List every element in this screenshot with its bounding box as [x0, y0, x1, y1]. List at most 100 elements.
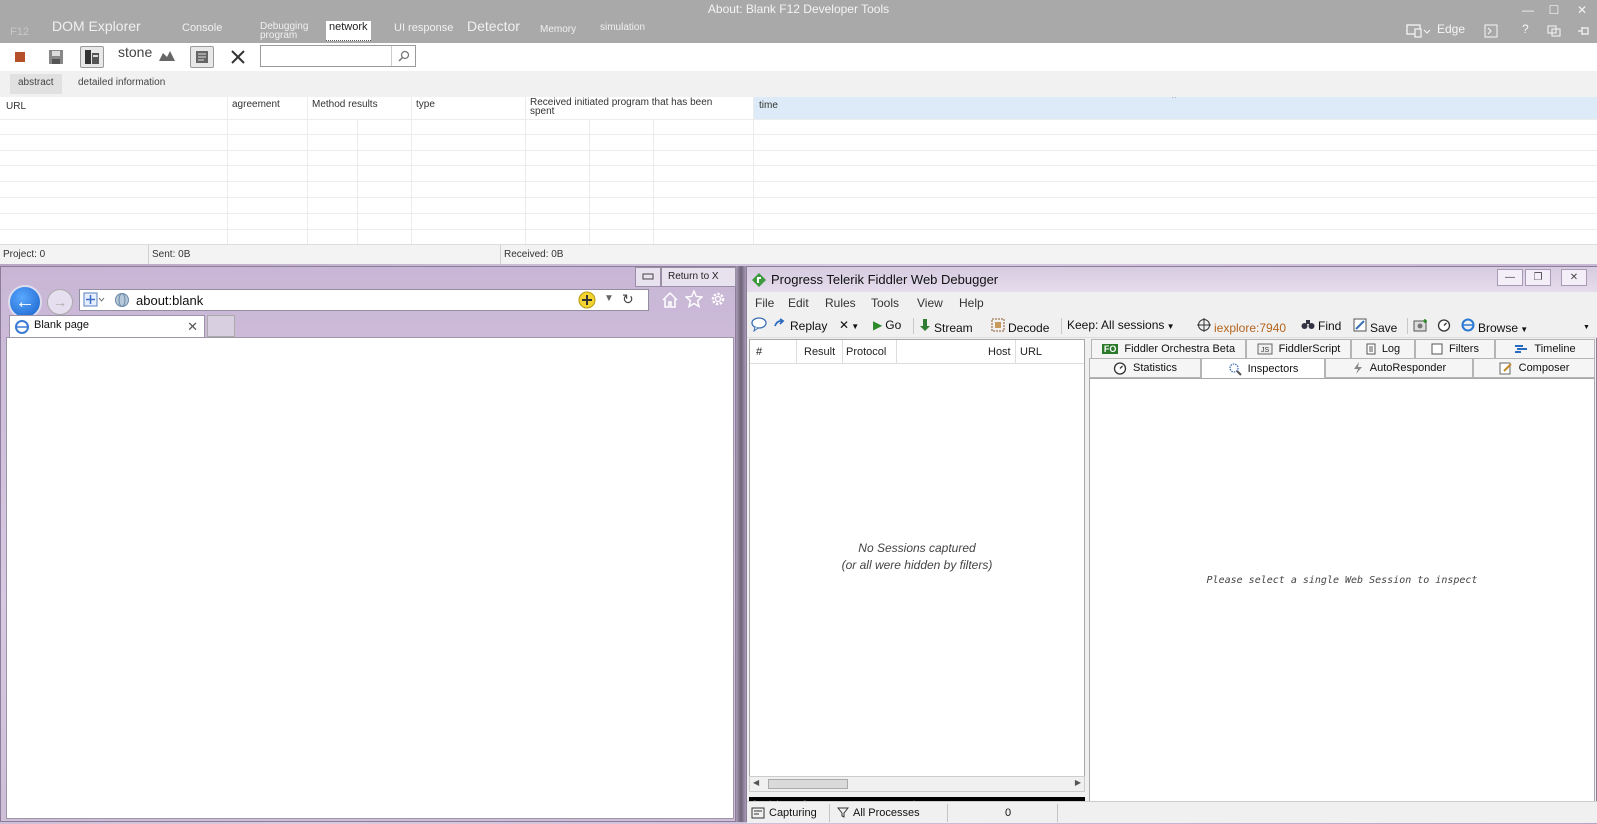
back-arrow-icon[interactable]: ←: [8, 285, 42, 319]
tab-network[interactable]: network: [326, 21, 371, 41]
clear-session-icon[interactable]: [226, 46, 250, 68]
all-processes-label[interactable]: All Processes: [853, 807, 920, 819]
capturing-icon[interactable]: [751, 806, 765, 823]
menu-tools[interactable]: Tools: [871, 296, 899, 310]
session-col-host[interactable]: Host: [988, 346, 1011, 358]
ie-tab-blank-page[interactable]: Blank page ✕: [9, 315, 205, 337]
scroll-left-icon[interactable]: ◀: [753, 778, 759, 787]
subtab-detailed-information[interactable]: detailed information: [70, 74, 173, 94]
help-icon[interactable]: ?: [1522, 22, 1529, 36]
save-label: Save: [1370, 321, 1398, 335]
tab-log[interactable]: Log: [1351, 339, 1415, 359]
decode-button[interactable]: Decode: [991, 318, 1049, 335]
tab-memory[interactable]: Memory: [540, 24, 576, 36]
tab-fiddlerscript[interactable]: JS FiddlerScript: [1246, 339, 1351, 359]
menu-help[interactable]: Help: [959, 296, 984, 310]
menu-edit[interactable]: Edit: [788, 296, 809, 310]
tab-detector[interactable]: Detector: [467, 19, 520, 33]
process-filter-icon[interactable]: [836, 806, 850, 821]
emulation-icon[interactable]: [1406, 24, 1431, 41]
tab-statistics[interactable]: Statistics: [1089, 358, 1201, 378]
fiddler-close-icon[interactable]: ✕: [1561, 269, 1587, 286]
comment-icon[interactable]: [751, 317, 767, 335]
screenshot-icon[interactable]: [1413, 318, 1429, 335]
network-search-input[interactable]: [261, 46, 389, 66]
ie-address-bar[interactable]: about:blank ▼ ↻: [79, 289, 649, 311]
f12-close-icon[interactable]: ✕: [1574, 3, 1590, 17]
stop-recording-icon[interactable]: [8, 46, 32, 68]
add-accelerator-icon[interactable]: [578, 291, 596, 312]
col-received-initiated[interactable]: Received initiated program that has been…: [530, 98, 712, 117]
menu-rules[interactable]: Rules: [825, 296, 856, 310]
edge-mode-label[interactable]: Edge: [1437, 22, 1465, 36]
tab-filters[interactable]: Filters: [1415, 339, 1495, 359]
stone-label[interactable]: stone: [118, 44, 152, 60]
stone-filter-icon[interactable]: [158, 48, 176, 65]
ie-minimize-icon[interactable]: [635, 267, 661, 287]
fiddler-minimize-icon[interactable]: —: [1497, 269, 1523, 286]
fiddler-restore-icon[interactable]: ❐: [1525, 269, 1551, 286]
tab-debugging[interactable]: Debugging program: [260, 22, 308, 41]
subtab-abstract[interactable]: abstract: [10, 74, 62, 94]
browse-button[interactable]: Browse ▼: [1461, 318, 1528, 335]
tab-dom-explorer[interactable]: DOM Explorer: [52, 19, 141, 33]
replay-button[interactable]: Replay: [773, 318, 827, 333]
scroll-right-icon[interactable]: ▶: [1075, 778, 1081, 787]
address-dropdown-icon[interactable]: ▼: [604, 293, 614, 304]
ie-tab-close-icon[interactable]: ✕: [187, 319, 198, 335]
forward-arrow-icon[interactable]: →: [47, 289, 73, 315]
col-url[interactable]: URL: [6, 102, 26, 112]
refresh-icon[interactable]: ↻: [622, 291, 634, 308]
scrollbar-thumb[interactable]: [768, 779, 848, 789]
go-play-icon: ▶: [873, 318, 883, 332]
network-request-table: URL agreement Method results type Receiv…: [0, 97, 1597, 244]
f12-minimize-icon[interactable]: —: [1520, 3, 1536, 17]
compat-shield-icon[interactable]: [83, 292, 105, 311]
inspector-pane: Please select a single Web Session to in…: [1089, 378, 1595, 815]
return-to-x-button[interactable]: Return to X: [661, 267, 736, 287]
remove-sessions-button[interactable]: ✕ ▼: [839, 318, 859, 332]
process-filter-target[interactable]: iexplore:7940: [1197, 318, 1286, 335]
session-col-url[interactable]: URL: [1020, 346, 1042, 358]
content-type-filter-icon[interactable]: [190, 46, 214, 68]
col-method-results[interactable]: Method results: [312, 100, 378, 110]
favorites-star-icon[interactable]: [684, 289, 704, 311]
toolbar-overflow-icon[interactable]: ▼: [1583, 324, 1590, 331]
ie-address-text[interactable]: about:blank: [136, 293, 203, 308]
timer-icon[interactable]: [1437, 318, 1451, 335]
capturing-label[interactable]: Capturing: [769, 807, 817, 819]
tab-ui-response[interactable]: UI response: [394, 22, 453, 34]
pin-icon[interactable]: [1577, 25, 1591, 40]
network-search-box[interactable]: [260, 45, 416, 67]
menu-file[interactable]: File: [755, 296, 774, 310]
f12-maximize-icon[interactable]: ☐: [1546, 3, 1562, 17]
keep-sessions-dropdown[interactable]: Keep: All sessions ▼: [1067, 318, 1175, 332]
session-list-scrollbar[interactable]: ◀ ▶: [749, 776, 1085, 792]
menu-view[interactable]: View: [917, 296, 943, 310]
settings-gear-icon[interactable]: [709, 290, 727, 311]
tab-timeline[interactable]: Timeline: [1495, 339, 1595, 359]
session-col-number[interactable]: #: [756, 346, 762, 358]
tab-console[interactable]: Console: [182, 22, 222, 34]
go-button[interactable]: ▶ Go: [873, 318, 901, 332]
console-toggle-icon[interactable]: [1484, 24, 1498, 41]
clear-on-navigate-icon[interactable]: [80, 46, 104, 68]
tab-simulation[interactable]: simulation: [600, 22, 645, 34]
ie-new-tab-button[interactable]: [207, 315, 235, 337]
col-type[interactable]: type: [416, 100, 435, 110]
stream-button[interactable]: Stream: [919, 318, 973, 335]
col-agreement[interactable]: agreement: [232, 100, 280, 110]
save-button[interactable]: Save: [1353, 318, 1397, 335]
undock-icon[interactable]: [1547, 25, 1561, 40]
find-button[interactable]: Find: [1301, 318, 1341, 333]
tab-fiddler-orchestra[interactable]: FO Fiddler Orchestra Beta: [1091, 339, 1246, 359]
tab-inspectors[interactable]: Inspectors: [1201, 358, 1325, 379]
tab-autoresponder[interactable]: AutoResponder: [1325, 358, 1473, 378]
tab-composer[interactable]: Composer: [1473, 358, 1595, 378]
session-col-result[interactable]: Result: [804, 346, 835, 358]
search-icon[interactable]: [391, 46, 415, 66]
home-icon[interactable]: [661, 291, 679, 312]
export-har-icon[interactable]: [44, 46, 68, 68]
session-col-protocol[interactable]: Protocol: [846, 346, 886, 358]
toolbar-separator: [1061, 318, 1062, 334]
